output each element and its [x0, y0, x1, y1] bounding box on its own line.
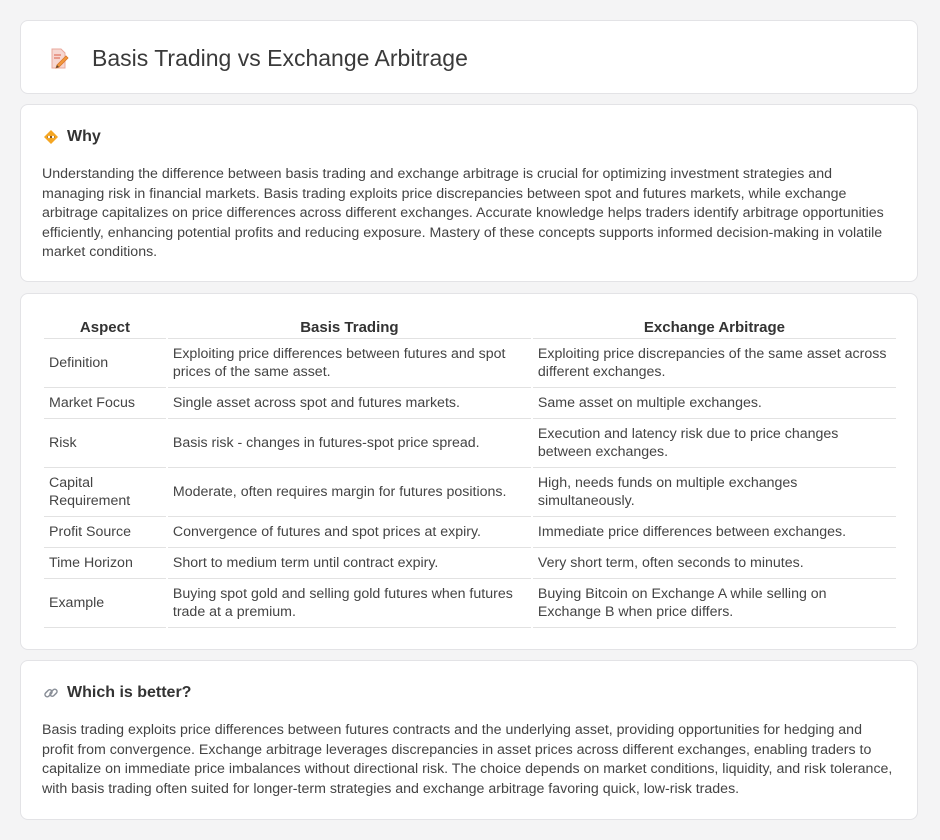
table-row: Example Buying spot gold and selling gol…	[44, 579, 896, 628]
comparison-section: Aspect Basis Trading Exchange Arbitrage …	[20, 293, 918, 650]
row-basis-trading: Single asset across spot and futures mar…	[167, 388, 531, 419]
row-exchange-arbitrage: Exploiting price discrepancies of the sa…	[532, 339, 896, 388]
table-row: Profit Source Convergence of futures and…	[44, 517, 896, 548]
header-aspect: Aspect	[44, 316, 166, 339]
title-card: Basis Trading vs Exchange Arbitrage	[20, 20, 918, 94]
table-row: Market Focus Single asset across spot an…	[44, 388, 896, 419]
why-text: Understanding the difference between bas…	[42, 166, 884, 261]
header-exchange-arbitrage: Exchange Arbitrage	[532, 316, 896, 339]
better-text: Basis trading exploits price differences…	[42, 722, 893, 797]
row-basis-trading: Short to medium term until contract expi…	[167, 548, 531, 579]
row-exchange-arbitrage: Very short term, often seconds to minute…	[532, 548, 896, 579]
row-aspect: Risk	[44, 419, 166, 468]
pencil-note-icon	[51, 48, 69, 69]
row-aspect: Market Focus	[44, 388, 166, 419]
table-row: Definition Exploiting price differences …	[44, 339, 896, 388]
row-aspect: Capital Requirement	[44, 468, 166, 517]
why-heading-row: Why	[43, 127, 101, 147]
row-exchange-arbitrage: Immediate price differences between exch…	[532, 517, 896, 548]
row-basis-trading: Basis risk - changes in futures-spot pri…	[167, 419, 531, 468]
table-header-row: Aspect Basis Trading Exchange Arbitrage	[44, 316, 896, 339]
which-better-section: Which is better? Basis trading exploits …	[20, 660, 918, 820]
table-row: Risk Basis risk - changes in futures-spo…	[44, 419, 896, 468]
row-basis-trading: Exploiting price differences between fut…	[167, 339, 531, 388]
link-icon	[44, 688, 58, 698]
page-title: Basis Trading vs Exchange Arbitrage	[92, 45, 468, 71]
why-section: Why Understanding the difference between…	[20, 104, 918, 282]
comparison-table: Aspect Basis Trading Exchange Arbitrage …	[42, 316, 898, 628]
row-basis-trading: Convergence of futures and spot prices a…	[167, 517, 531, 548]
better-heading-row: Which is better?	[43, 683, 191, 703]
header-basis-trading: Basis Trading	[167, 316, 531, 339]
diamond-warning-icon	[44, 130, 58, 144]
row-aspect: Time Horizon	[44, 548, 166, 579]
row-exchange-arbitrage: Buying Bitcoin on Exchange A while selli…	[532, 579, 896, 628]
table-row: Time Horizon Short to medium term until …	[44, 548, 896, 579]
table-row: Capital Requirement Moderate, often requ…	[44, 468, 896, 517]
row-aspect: Definition	[44, 339, 166, 388]
why-heading: Why	[67, 128, 101, 145]
row-exchange-arbitrage: Same asset on multiple exchanges.	[532, 388, 896, 419]
row-aspect: Profit Source	[44, 517, 166, 548]
row-basis-trading: Moderate, often requires margin for futu…	[167, 468, 531, 517]
row-basis-trading: Buying spot gold and selling gold future…	[167, 579, 531, 628]
better-heading: Which is better?	[67, 684, 192, 701]
row-exchange-arbitrage: Execution and latency risk due to price …	[532, 419, 896, 468]
row-aspect: Example	[44, 579, 166, 628]
row-exchange-arbitrage: High, needs funds on multiple exchanges …	[532, 468, 896, 517]
